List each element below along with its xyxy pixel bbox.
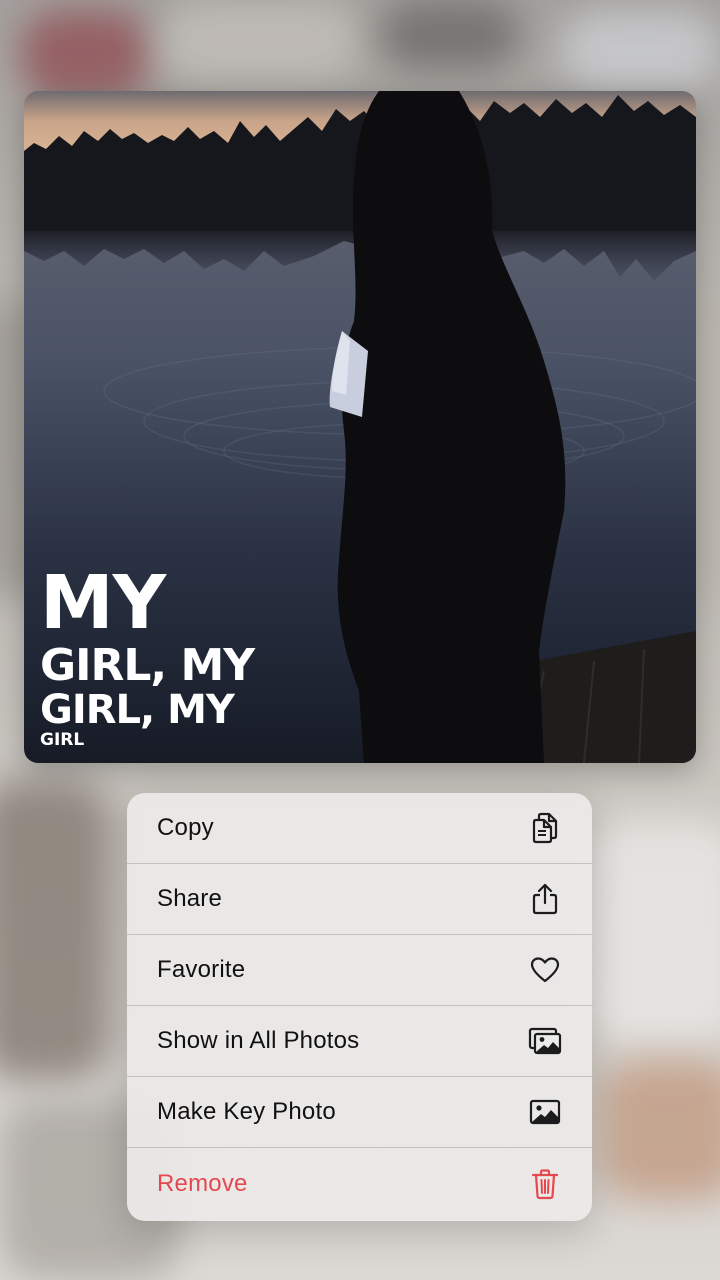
share-icon: [528, 882, 562, 916]
context-menu: Copy Share Favorite Show in All Photos M…: [127, 793, 592, 1221]
menu-item-label: Remove: [157, 1170, 248, 1197]
photos-stack-icon: [528, 1024, 562, 1058]
overlay-line-3: GIRL, MY: [40, 687, 235, 733]
menu-item-copy[interactable]: Copy: [127, 793, 592, 864]
photo-icon: [528, 1095, 562, 1129]
menu-item-share[interactable]: Share: [127, 864, 592, 935]
menu-item-label: Make Key Photo: [157, 1098, 336, 1125]
trash-icon: [528, 1167, 562, 1201]
screen: MY GIRL, MY GIRL, MY GIRL Copy Share Fav…: [0, 0, 720, 1280]
menu-item-label: Share: [157, 885, 223, 912]
overlay-line-1: MY: [40, 560, 166, 646]
menu-item-show-in-all-photos[interactable]: Show in All Photos: [127, 1006, 592, 1077]
copy-icon: [528, 811, 562, 845]
menu-item-favorite[interactable]: Favorite: [127, 935, 592, 1006]
overlay-line-2: GIRL, MY: [40, 640, 255, 691]
photo-preview[interactable]: MY GIRL, MY GIRL, MY GIRL: [24, 91, 696, 763]
menu-item-remove[interactable]: Remove: [127, 1148, 592, 1220]
photo-overlay-text: MY GIRL, MY GIRL, MY GIRL: [40, 560, 255, 750]
menu-item-make-key-photo[interactable]: Make Key Photo: [127, 1077, 592, 1148]
heart-icon: [528, 953, 562, 987]
overlay-line-4: GIRL: [40, 730, 85, 750]
menu-item-label: Favorite: [157, 956, 246, 983]
menu-item-label: Copy: [157, 814, 214, 841]
menu-item-label: Show in All Photos: [157, 1027, 360, 1054]
